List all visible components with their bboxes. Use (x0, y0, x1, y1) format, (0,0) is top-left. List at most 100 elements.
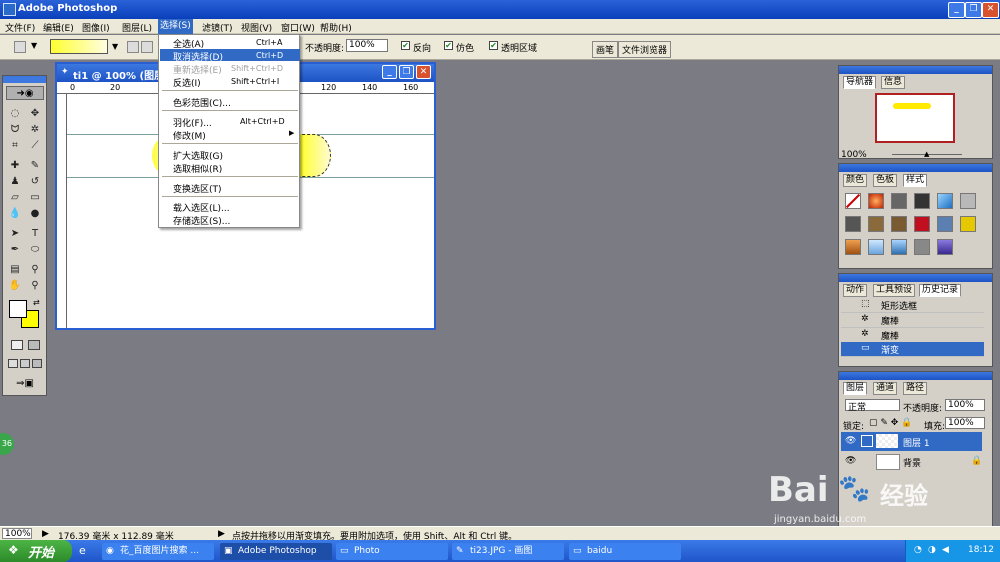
fill-input[interactable]: 100% (945, 417, 985, 429)
clock[interactable]: 18:12 (968, 545, 994, 555)
menu-help[interactable]: 帮助(H) (320, 21, 352, 34)
radial-gradient-icon[interactable] (141, 41, 153, 53)
tab-navigator[interactable]: 导航器 (843, 76, 877, 89)
doc-restore-icon[interactable]: ❐ (399, 65, 414, 79)
tab-tool-presets[interactable]: 工具预设 (873, 284, 916, 297)
tab-swatches[interactable]: 色板 (873, 174, 898, 187)
eraser-icon[interactable]: ▱ (7, 191, 23, 205)
menu-view[interactable]: 视图(V) (241, 21, 272, 34)
pen-icon[interactable]: ✒ (7, 243, 23, 257)
menu-edit[interactable]: 编辑(E) (43, 21, 74, 34)
menu-window[interactable]: 窗口(W) (281, 21, 315, 34)
blur-icon[interactable]: 💧 (7, 207, 23, 221)
gradient-dropdown-icon[interactable]: ▼ (112, 42, 118, 51)
menu-item-inverse[interactable]: 反选(I) (173, 76, 201, 89)
style-swatch[interactable] (845, 193, 861, 209)
brush-icon[interactable]: ✎ (27, 159, 43, 173)
healing-icon[interactable]: ✚ (7, 159, 23, 173)
jump-to-imageready-icon[interactable]: ⇒▣ (9, 378, 41, 390)
history-brush-icon[interactable]: ↺ (27, 175, 43, 189)
status-zoom[interactable]: 100% (2, 528, 32, 539)
magic-wand-icon[interactable]: ✲ (27, 123, 43, 137)
brush-link-icon[interactable] (861, 435, 873, 447)
gradient-swatch[interactable] (50, 39, 108, 54)
layer-row[interactable]: 👁 背景 🔒 (841, 452, 982, 471)
menu-item-reselect[interactable]: 重新选择(E) (173, 63, 222, 76)
marquee-icon[interactable]: ◌ (7, 107, 23, 121)
style-swatch[interactable] (891, 193, 907, 209)
menu-item-modify[interactable]: 修改(M) (173, 129, 206, 142)
taskbar-item[interactable]: ◉ 花_百度图片搜索 ... (102, 543, 214, 560)
close-icon[interactable]: ✕ (982, 2, 999, 18)
style-swatch[interactable] (937, 239, 953, 255)
gradient-icon[interactable]: ▭ (27, 191, 43, 205)
style-swatch[interactable] (960, 216, 976, 232)
taskbar-item[interactable]: ▣ Adobe Photoshop (220, 543, 332, 560)
tab-actions[interactable]: 动作 (843, 284, 868, 297)
style-swatch[interactable] (914, 216, 930, 232)
menu-select[interactable]: 选择(S) (158, 19, 193, 34)
history-item[interactable]: ⬚ 矩形选框 (841, 298, 984, 313)
menu-item-save-selection[interactable]: 存储选区(S)... (173, 214, 230, 227)
chevron-down-icon[interactable]: ▼ (31, 41, 37, 50)
style-swatch[interactable] (891, 216, 907, 232)
tab-info[interactable]: 信息 (881, 76, 906, 89)
menu-filter[interactable]: 滤镜(T) (202, 21, 233, 34)
swap-colors-icon[interactable]: ⇄ (33, 298, 40, 307)
blend-mode-select[interactable]: 正常 (845, 399, 900, 413)
menu-item-load-selection[interactable]: 载入选区(L)... (173, 201, 230, 214)
tray-icon[interactable]: ◔ (914, 545, 922, 555)
standard-mode-icon[interactable] (11, 340, 23, 350)
foreground-color[interactable] (9, 300, 27, 318)
path-select-icon[interactable]: ➤ (7, 227, 23, 241)
navigator-zoom[interactable]: 100% (841, 150, 867, 160)
history-item[interactable]: ✲ 魔棒 (841, 328, 984, 343)
lasso-icon[interactable]: ᗢ (7, 123, 23, 137)
tab-brush[interactable]: 画笔 (592, 41, 619, 58)
eyedropper-icon[interactable]: ⚲ (27, 263, 43, 277)
style-swatch[interactable] (914, 193, 930, 209)
layer-opacity-input[interactable]: 100% (945, 399, 985, 411)
adobe-logo-icon[interactable]: ➜◉ (6, 86, 44, 100)
gradient-tool-preset-icon[interactable] (14, 41, 26, 53)
style-swatch[interactable] (960, 193, 976, 209)
crop-icon[interactable]: ⌗ (7, 139, 23, 153)
start-button[interactable]: ❖ 开始 (0, 540, 72, 562)
stamp-icon[interactable]: ♟ (7, 175, 23, 189)
reverse-checkbox[interactable]: ✔ (401, 41, 410, 50)
shape-icon[interactable]: ⬭ (27, 243, 43, 257)
doc-close-icon[interactable]: ✕ (416, 65, 431, 79)
taskbar-item[interactable]: ▭ Photo (336, 543, 448, 560)
tab-file-browser[interactable]: 文件浏览器 (618, 41, 672, 58)
notes-icon[interactable]: ▤ (7, 263, 23, 277)
history-item[interactable]: ▭ 渐变 (841, 342, 984, 357)
screen-mode-2-icon[interactable] (20, 359, 30, 368)
menu-item-feather[interactable]: 羽化(F)... (173, 116, 212, 129)
hand-icon[interactable]: ✋ (7, 279, 23, 293)
type-icon[interactable]: T (27, 227, 43, 241)
doc-info-arrow-icon[interactable]: ▶ (42, 529, 49, 539)
style-swatch[interactable] (937, 193, 953, 209)
minimize-icon[interactable]: _ (948, 2, 965, 18)
style-swatch[interactable] (937, 216, 953, 232)
eye-icon[interactable]: 👁 (845, 456, 856, 466)
tab-history[interactable]: 历史记录 (919, 284, 962, 297)
menu-item-transform-selection[interactable]: 变换选区(T) (173, 182, 222, 195)
history-item[interactable]: ✲ 魔棒 (841, 313, 984, 328)
move-icon[interactable]: ✥ (27, 107, 43, 121)
transparency-checkbox[interactable]: ✔ (489, 41, 498, 50)
doc-minimize-icon[interactable]: _ (382, 65, 397, 79)
style-swatch[interactable] (868, 216, 884, 232)
dither-checkbox[interactable]: ✔ (444, 41, 453, 50)
linear-gradient-icon[interactable] (127, 41, 139, 53)
taskbar-item[interactable]: ▭ baidu (569, 543, 681, 560)
style-swatch[interactable] (868, 239, 884, 255)
style-swatch[interactable] (845, 216, 861, 232)
style-swatch[interactable] (891, 239, 907, 255)
layer-row[interactable]: 👁 图层 1 (841, 432, 982, 451)
style-swatch[interactable] (914, 239, 930, 255)
menu-file[interactable]: 文件(F) (5, 21, 35, 34)
screen-mode-1-icon[interactable] (8, 359, 18, 368)
zoom-slider-handle-icon[interactable]: ▲ (924, 150, 929, 158)
slice-icon[interactable]: ⟋ (27, 139, 43, 153)
